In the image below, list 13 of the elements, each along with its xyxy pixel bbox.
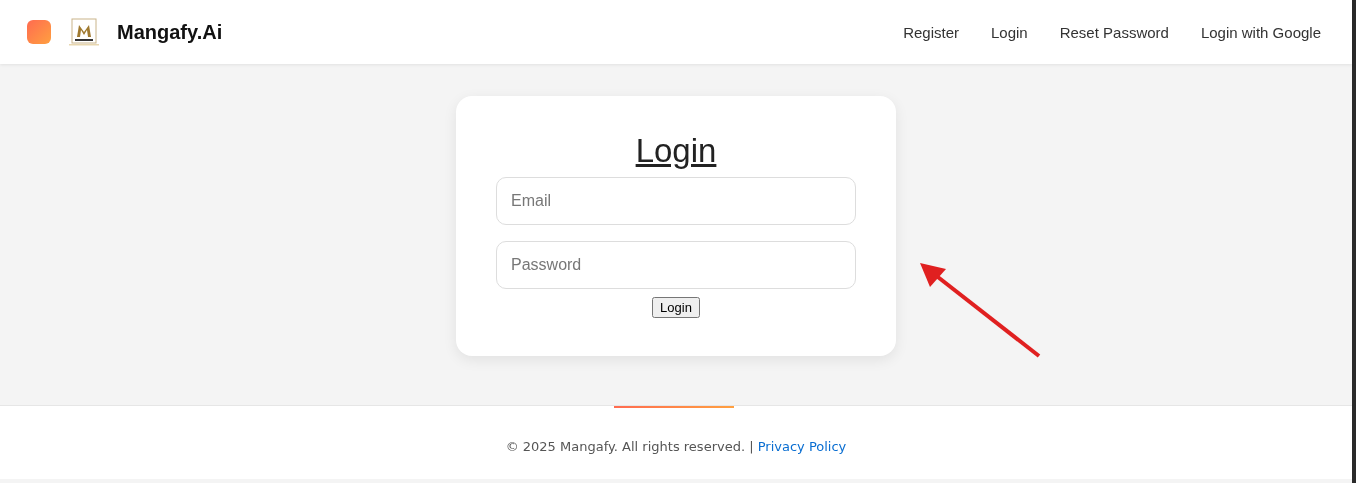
brand-name: Mangafy.Ai (117, 20, 223, 44)
privacy-link[interactable]: Privacy Policy (757, 439, 847, 454)
nav-link[interactable]: Reset Password (1059, 23, 1169, 41)
nav-link[interactable]: Login with Google (1200, 23, 1321, 41)
login-button[interactable]: Login (652, 297, 700, 318)
nav-link[interactable]: Register (903, 23, 959, 41)
gradient-square-icon (27, 20, 51, 44)
input-field[interactable]: Email (496, 177, 856, 225)
copyright-text: © 2025 Mangafy. All rights reserved. | (505, 439, 754, 454)
logo-icon (67, 18, 101, 46)
login-title: Login (635, 132, 717, 170)
input-field[interactable]: Password (496, 241, 856, 289)
nav-link[interactable]: Login (991, 23, 1028, 41)
